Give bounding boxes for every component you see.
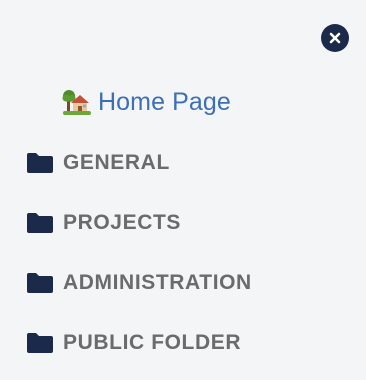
sidebar-panel: Home Page GENERAL PROJECTS ADMINISTRATIO… xyxy=(0,0,366,380)
folder-icon xyxy=(27,273,53,293)
sidebar-item-projects[interactable]: PROJECTS xyxy=(26,208,181,238)
sidebar-item-label: PUBLIC FOLDER xyxy=(63,331,242,354)
sidebar-item-label: GENERAL xyxy=(63,151,170,174)
sidebar-item-public-folder[interactable]: PUBLIC FOLDER xyxy=(26,328,241,358)
sidebar-item-label: ADMINISTRATION xyxy=(63,271,252,294)
close-circle-icon xyxy=(329,32,341,44)
sidebar-item-general[interactable]: GENERAL xyxy=(26,148,170,178)
sidebar-item-administration[interactable]: ADMINISTRATION xyxy=(26,268,252,298)
sidebar-item-label: PROJECTS xyxy=(63,211,181,234)
folder-icon xyxy=(27,213,53,233)
home-page-label: Home Page xyxy=(98,87,231,116)
house-with-garden-icon xyxy=(62,90,91,115)
folder-icon xyxy=(27,333,53,353)
folder-icon xyxy=(27,153,53,173)
home-page-link[interactable]: Home Page xyxy=(62,86,231,118)
close-button[interactable] xyxy=(321,24,349,52)
